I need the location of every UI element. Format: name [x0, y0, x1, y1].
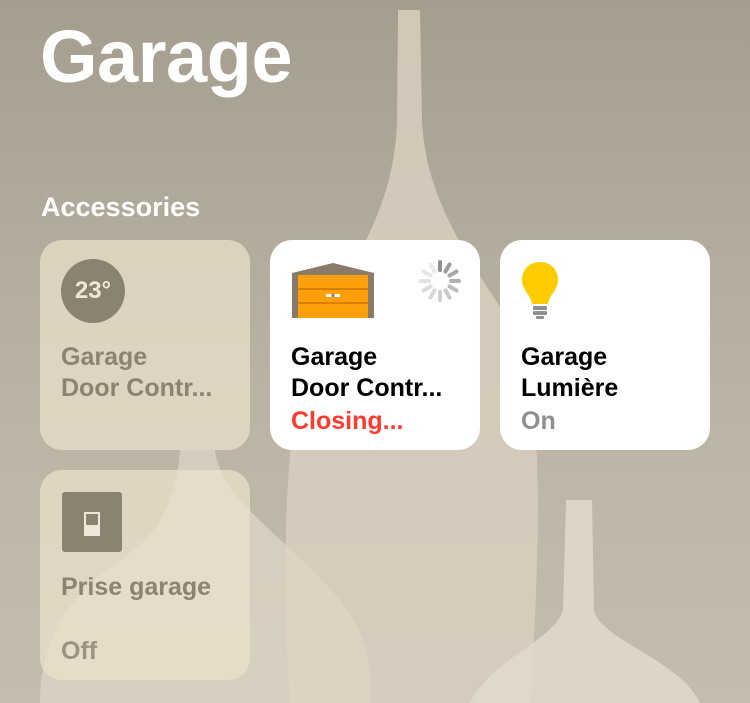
- accessory-status: On: [521, 407, 556, 435]
- accessory-name: Prise garage: [61, 573, 212, 601]
- accessory-status: Off: [61, 637, 98, 665]
- accessory-status: Closing...: [291, 407, 404, 435]
- accessory-tile-garage-light[interactable]: Garage Lumière On: [500, 240, 710, 450]
- lightbulb-icon: [522, 262, 558, 319]
- garage-door-icon: [292, 263, 374, 318]
- accessory-tile-garage-door[interactable]: Garage Door Contr... Closing...: [270, 240, 480, 450]
- accessory-name: Garage Door Contr...: [61, 343, 213, 402]
- accessory-tile-garage-door-controller-sensor[interactable]: 23° Garage Door Contr...: [40, 240, 250, 450]
- activity-spinner-icon: [419, 260, 461, 302]
- accessory-name: Garage Lumière: [521, 343, 619, 402]
- temperature-badge: 23°: [61, 259, 125, 323]
- accessory-name: Garage Door Contr...: [291, 343, 443, 402]
- outlet-switch-icon: [62, 492, 122, 552]
- accessory-tile-prise-garage[interactable]: Prise garage Off: [40, 470, 250, 680]
- section-title-accessories: Accessories: [41, 192, 201, 222]
- room-title: Garage: [40, 15, 293, 98]
